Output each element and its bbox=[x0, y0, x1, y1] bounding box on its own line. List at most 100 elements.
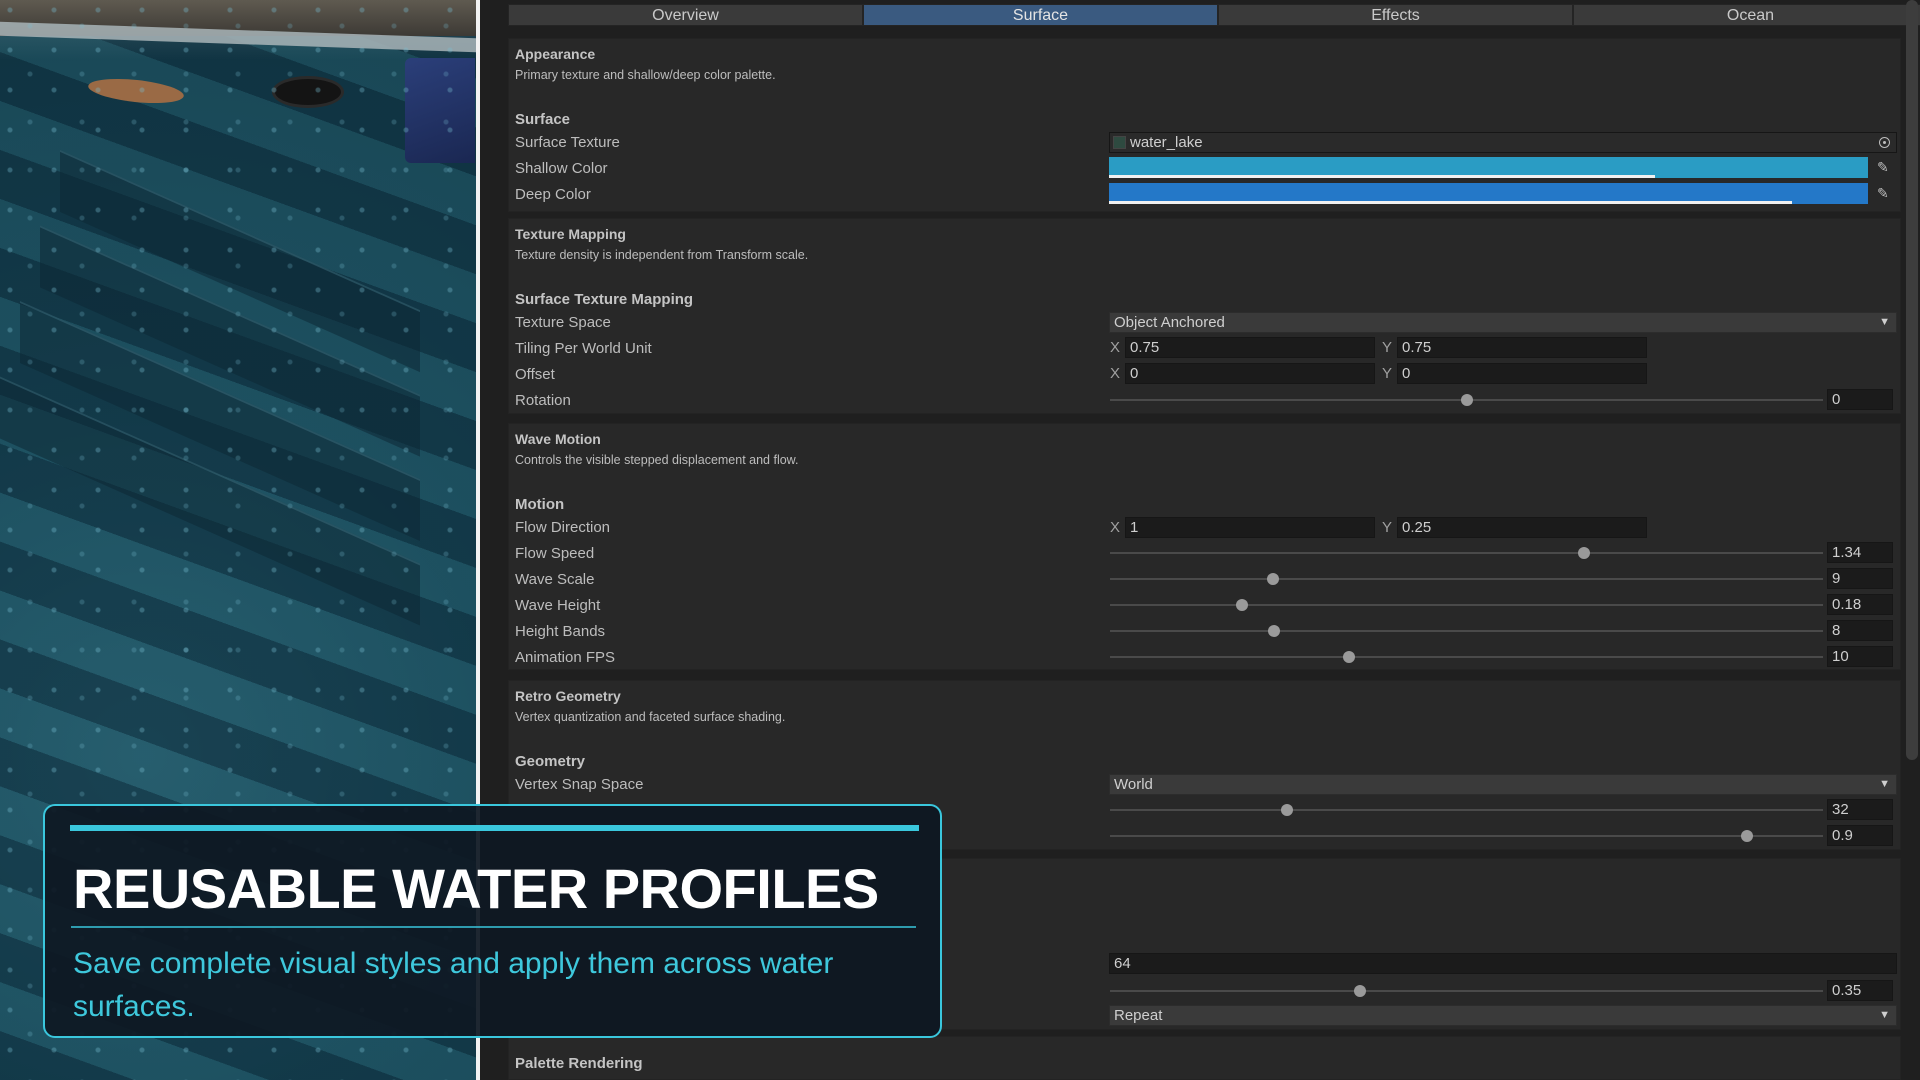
section-title: Appearance bbox=[515, 46, 596, 62]
flow-direction-x-input[interactable]: 1 bbox=[1125, 517, 1375, 538]
deep-color-alpha-bar bbox=[1109, 201, 1793, 204]
height-bands-slider-track[interactable] bbox=[1110, 630, 1823, 632]
group-title: Motion bbox=[515, 496, 565, 513]
faceted-normal-value[interactable]: 0.9 bbox=[1827, 825, 1893, 846]
warp-slider-track[interactable] bbox=[1110, 990, 1823, 992]
axis-x-label: X bbox=[1110, 339, 1121, 356]
wave-scale-value[interactable]: 9 bbox=[1827, 568, 1893, 589]
vertex-snap-space-value: World bbox=[1114, 776, 1153, 793]
object-picker-icon[interactable] bbox=[1879, 137, 1890, 148]
tiling-label: Tiling Per World Unit bbox=[515, 340, 652, 357]
section-description: Controls the visible stepped displacemen… bbox=[515, 453, 799, 467]
rotation-label: Rotation bbox=[515, 392, 571, 409]
texture-space-value: Object Anchored bbox=[1114, 314, 1225, 331]
wave-scale-label: Wave Scale bbox=[515, 571, 595, 588]
texture-wrap-value: Repeat bbox=[1114, 1007, 1163, 1024]
axis-x-label: X bbox=[1110, 519, 1121, 536]
texture-resolution-input[interactable]: 64 bbox=[1109, 953, 1897, 974]
vertex-snap-space-dropdown[interactable]: World ▼ bbox=[1109, 774, 1897, 795]
offset-label: Offset bbox=[515, 366, 555, 383]
promo-divider bbox=[71, 926, 916, 928]
animation-fps-slider-track[interactable] bbox=[1110, 656, 1823, 658]
offset-x-input[interactable]: 0 bbox=[1125, 363, 1375, 384]
section-description: Vertex quantization and faceted surface … bbox=[515, 710, 786, 724]
section-title: Palette Rendering bbox=[515, 1055, 643, 1072]
promo-subtitle: Save complete visual styles and apply th… bbox=[73, 947, 834, 1023]
offset-y-input[interactable]: 0 bbox=[1397, 363, 1647, 384]
wave-height-slider-track[interactable] bbox=[1110, 604, 1823, 606]
deep-color-field[interactable] bbox=[1109, 183, 1868, 204]
tab-surface[interactable]: Surface bbox=[863, 4, 1218, 26]
group-title: Geometry bbox=[515, 753, 586, 770]
axis-y-label: Y bbox=[1382, 339, 1393, 356]
wave-height-slider-knob[interactable] bbox=[1235, 599, 1248, 611]
height-bands-label: Height Bands bbox=[515, 623, 606, 640]
section-description: Primary texture and shallow/deep color p… bbox=[515, 68, 776, 82]
texture-space-dropdown[interactable]: Object Anchored ▼ bbox=[1109, 312, 1897, 333]
warp-value[interactable]: 0.35 bbox=[1827, 980, 1893, 1001]
snap-resolution-value[interactable]: 32 bbox=[1827, 799, 1893, 820]
tiling-x-input[interactable]: 0.75 bbox=[1125, 337, 1375, 358]
promo-title: REUSABLE WATER PROFILES bbox=[73, 857, 879, 920]
snap-resolution-slider-track[interactable] bbox=[1110, 809, 1823, 811]
section-description: Texture density is independent from Tran… bbox=[515, 248, 809, 262]
wave-scale-slider-knob[interactable] bbox=[1266, 573, 1279, 585]
section-title: Retro Geometry bbox=[515, 688, 621, 704]
animation-fps-label: Animation FPS bbox=[515, 649, 616, 666]
height-bands-value[interactable]: 8 bbox=[1827, 620, 1893, 641]
eyedropper-icon[interactable]: ✎ bbox=[1877, 185, 1889, 202]
section-title: Wave Motion bbox=[515, 431, 601, 447]
flow-speed-slider-knob[interactable] bbox=[1578, 547, 1591, 559]
flow-direction-y-input[interactable]: 0.25 bbox=[1397, 517, 1647, 538]
chevron-down-icon: ▼ bbox=[1879, 778, 1890, 790]
palette-rendering-section: Palette Rendering bbox=[508, 1036, 1901, 1080]
wave-scale-slider-track[interactable] bbox=[1110, 578, 1823, 580]
promo-accent-bar bbox=[70, 825, 919, 831]
wave-motion-section: Wave Motion Controls the visible stepped… bbox=[508, 423, 1901, 670]
height-bands-slider-knob[interactable] bbox=[1267, 625, 1280, 637]
promo-callout: REUSABLE WATER PROFILES Save complete vi… bbox=[43, 804, 942, 1038]
rotation-value[interactable]: 0 bbox=[1827, 389, 1893, 410]
flow-direction-label: Flow Direction bbox=[515, 519, 611, 536]
axis-y-label: Y bbox=[1382, 365, 1393, 382]
chevron-down-icon: ▼ bbox=[1879, 316, 1890, 328]
deep-color-label: Deep Color bbox=[515, 186, 591, 203]
flow-speed-label: Flow Speed bbox=[515, 545, 595, 562]
flow-speed-slider-track[interactable] bbox=[1110, 552, 1823, 554]
faceted-normal-slider-track[interactable] bbox=[1110, 835, 1823, 837]
surface-texture-value: water_lake bbox=[1130, 134, 1203, 151]
tab-overview[interactable]: Overview bbox=[508, 4, 863, 26]
inspector-scrollbar[interactable] bbox=[1906, 0, 1918, 760]
axis-x-label: X bbox=[1110, 365, 1121, 382]
flow-speed-value[interactable]: 1.34 bbox=[1827, 542, 1893, 563]
warp-slider-knob[interactable] bbox=[1353, 985, 1366, 997]
surface-texture-field[interactable]: water_lake bbox=[1109, 132, 1897, 153]
animation-fps-value[interactable]: 10 bbox=[1827, 646, 1893, 667]
texture-mapping-section: Texture Mapping Texture density is indep… bbox=[508, 218, 1901, 414]
surface-texture-label: Surface Texture bbox=[515, 134, 620, 151]
texture-space-label: Texture Space bbox=[515, 314, 611, 331]
shallow-color-field[interactable] bbox=[1109, 157, 1868, 178]
wave-height-value[interactable]: 0.18 bbox=[1827, 594, 1893, 615]
tab-effects[interactable]: Effects bbox=[1218, 4, 1573, 26]
animation-fps-slider-knob[interactable] bbox=[1342, 651, 1355, 663]
texture-thumbnail-icon bbox=[1113, 136, 1126, 149]
snap-resolution-slider-knob[interactable] bbox=[1280, 804, 1293, 816]
vertex-snap-space-label: Vertex Snap Space bbox=[515, 776, 644, 793]
rotation-slider-knob[interactable] bbox=[1460, 394, 1473, 406]
appearance-section: Appearance Primary texture and shallow/d… bbox=[508, 38, 1901, 212]
section-title: Texture Mapping bbox=[515, 226, 626, 242]
texture-wrap-dropdown[interactable]: Repeat ▼ bbox=[1109, 1005, 1897, 1026]
shallow-color-alpha-bar bbox=[1109, 175, 1656, 178]
tab-ocean[interactable]: Ocean bbox=[1573, 4, 1920, 26]
chevron-down-icon: ▼ bbox=[1879, 1009, 1890, 1021]
axis-y-label: Y bbox=[1382, 519, 1393, 536]
faceted-normal-slider-knob[interactable] bbox=[1740, 830, 1753, 842]
shallow-color-label: Shallow Color bbox=[515, 160, 608, 177]
wave-height-label: Wave Height bbox=[515, 597, 601, 614]
group-title: Surface bbox=[515, 111, 571, 128]
tiling-y-input[interactable]: 0.75 bbox=[1397, 337, 1647, 358]
eyedropper-icon[interactable]: ✎ bbox=[1877, 159, 1889, 176]
tab-bar: Overview Surface Effects Ocean bbox=[508, 4, 1920, 26]
group-title: Surface Texture Mapping bbox=[515, 291, 694, 308]
